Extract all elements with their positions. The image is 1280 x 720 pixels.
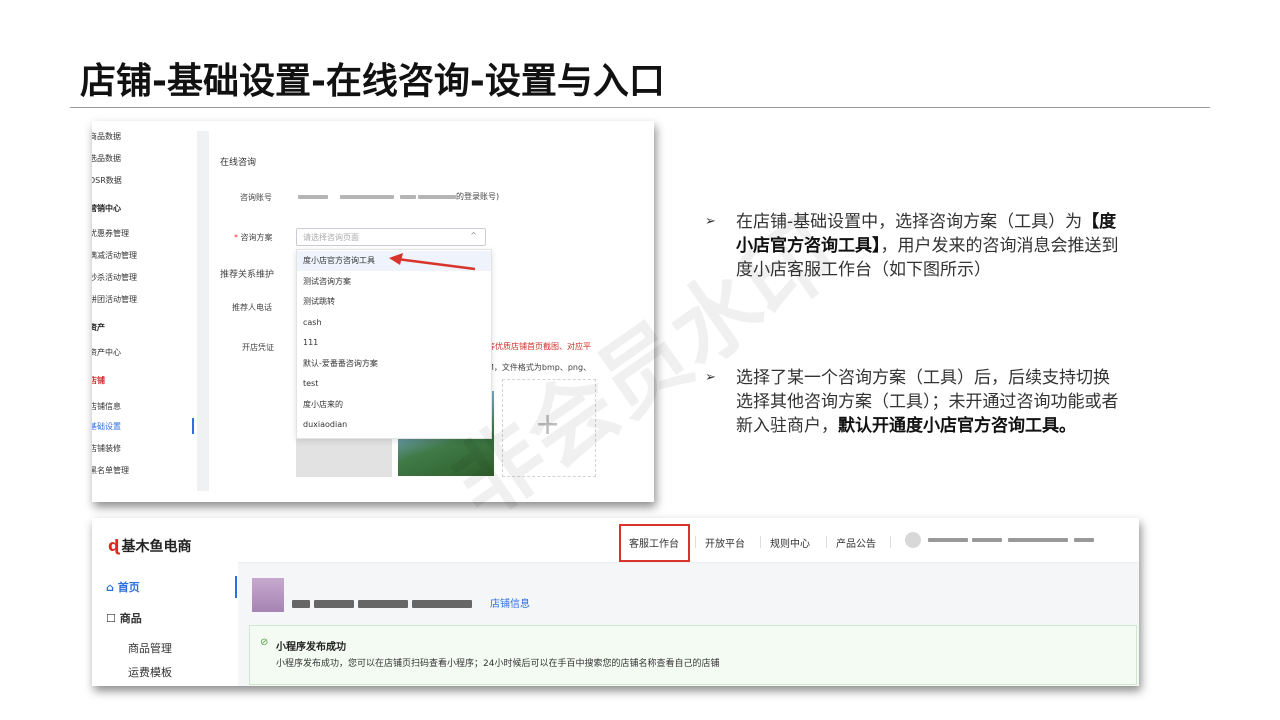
sidebar-group-marketing: 营销中心 <box>92 204 121 213</box>
sidebar-group-assets: 资产 <box>92 323 105 332</box>
sidebar-item-goods[interactable]: ☐ 商品 <box>106 610 142 626</box>
nav-separator <box>695 536 696 548</box>
sidebar-item-selection-data[interactable]: 选品数据 <box>92 153 121 164</box>
consult-account-label: 咨询账号 <box>240 193 272 202</box>
nav-separator <box>890 536 891 548</box>
goods-box-icon: ☐ <box>106 612 116 625</box>
dropdown-option[interactable]: 测试跳转 <box>297 292 491 312</box>
bullet-arrow-icon: ➢ <box>705 214 716 229</box>
dropdown-option[interactable]: 测试咨询方案 <box>297 272 491 292</box>
referral-maintenance-label: 推荐关系维护 <box>220 270 275 280</box>
merchant-sidebar: ɖ 基木鱼电商 ⌂ 首页 ☐ 商品 商品管理 运费模板 <box>92 518 239 686</box>
nav-open-platform[interactable]: 开放平台 <box>705 535 745 550</box>
chevron-up-icon: ^ <box>470 231 477 240</box>
success-banner: ⊘ 小程序发布成功 小程序发布成功，您可以在店铺页扫码查看小程序；24小时候后可… <box>249 625 1137 685</box>
highlight-box-customer-service <box>619 524 690 562</box>
sidebar-item-goods-manage[interactable]: 商品管理 <box>128 640 172 656</box>
nav-rules-center[interactable]: 规则中心 <box>770 535 810 550</box>
dropdown-option[interactable]: 默认-爱番番咨询方案 <box>297 354 491 374</box>
shop-avatar <box>252 578 284 612</box>
home-icon: ⌂ <box>106 581 114 594</box>
sidebar-item-shop-info[interactable]: 店铺信息 <box>92 401 121 412</box>
sidebar-item-dsr-data[interactable]: DSR数据 <box>92 175 122 186</box>
bullet-2: ➢ 选择了某一个咨询方案（工具）后，后续支持切换选择其他咨询方案（工具）；未开通… <box>705 366 1125 466</box>
sidebar-item-flash-sale[interactable]: 秒杀活动管理 <box>92 272 137 283</box>
sidebar-item-asset-center[interactable]: 资产中心 <box>92 347 121 358</box>
shop-info-link[interactable]: 店铺信息 <box>490 595 530 610</box>
brand-logo-icon: ɖ <box>108 536 120 555</box>
sidebar-item-basic-settings[interactable]: 基础设置 <box>92 421 121 432</box>
sidebar-item-shipping-template[interactable]: 运费模板 <box>128 664 172 680</box>
sidebar-active-indicator <box>235 576 237 598</box>
sidebar-item-shop-decoration[interactable]: 店铺装修 <box>92 443 121 454</box>
title-divider <box>70 107 1210 108</box>
slide-title: 店铺-基础设置-在线咨询-设置与入口 <box>80 61 665 102</box>
sidebar-item-coupons[interactable]: 优惠券管理 <box>92 228 129 239</box>
referrer-phone-label: 推荐人电话 <box>232 303 272 312</box>
sidebar-active-indicator <box>192 418 194 434</box>
section-title-online-consult: 在线咨询 <box>220 158 257 168</box>
select-placeholder: 请选择咨询页面 <box>303 233 359 242</box>
banner-text: 小程序发布成功，您可以在店铺页扫码查看小程序；24小时候后可以在手百中搜索您的店… <box>276 659 720 669</box>
sidebar-divider <box>197 131 209 491</box>
dropdown-option[interactable]: test <box>297 374 491 394</box>
check-circle-icon: ⊘ <box>260 637 269 648</box>
required-mark: * <box>234 233 238 242</box>
dropdown-option[interactable]: cash <box>297 313 491 333</box>
nav-separator <box>826 536 827 548</box>
consult-scheme-label: * 咨询方案 <box>234 233 273 242</box>
nav-separator <box>760 536 761 548</box>
sidebar-item-discount-activity[interactable]: 满减活动管理 <box>92 250 137 261</box>
sidebar-item-blacklist[interactable]: 黑名单管理 <box>92 465 129 476</box>
banner-title: 小程序发布成功 <box>276 642 346 653</box>
avatar[interactable] <box>905 532 921 548</box>
admin-sidebar: 商品数据 选品数据 DSR数据 营销中心 优惠券管理 满减活动管理 秒杀活动管理… <box>92 121 198 502</box>
store-credential-label: 开店凭证 <box>242 343 274 352</box>
consult-account-hint: 的登录账号) <box>456 192 500 201</box>
bullet-2-text: 选择了某一个咨询方案（工具）后，后续支持切换选择其他咨询方案（工具）；未开通过咨… <box>736 368 1119 436</box>
nav-product-announcements[interactable]: 产品公告 <box>836 535 876 550</box>
sidebar-item-group-buy[interactable]: 拼团活动管理 <box>92 294 137 305</box>
dropdown-option[interactable]: 111 <box>297 333 491 353</box>
consult-scheme-select[interactable]: 请选择咨询页面 ^ <box>296 228 486 246</box>
sidebar-item-home[interactable]: ⌂ 首页 <box>106 579 140 595</box>
screenshot-merchant-backend: ɖ 基木鱼电商 ⌂ 首页 ☐ 商品 商品管理 运费模板 客服工作台 开放平台 规则… <box>92 518 1139 686</box>
brand-logo: ɖ 基木鱼电商 <box>108 536 192 555</box>
sidebar-group-shop: 店铺 <box>92 376 105 385</box>
sidebar-item-goods-data[interactable]: 商品数据 <box>92 131 121 142</box>
red-pointer-arrow-icon <box>389 253 476 271</box>
